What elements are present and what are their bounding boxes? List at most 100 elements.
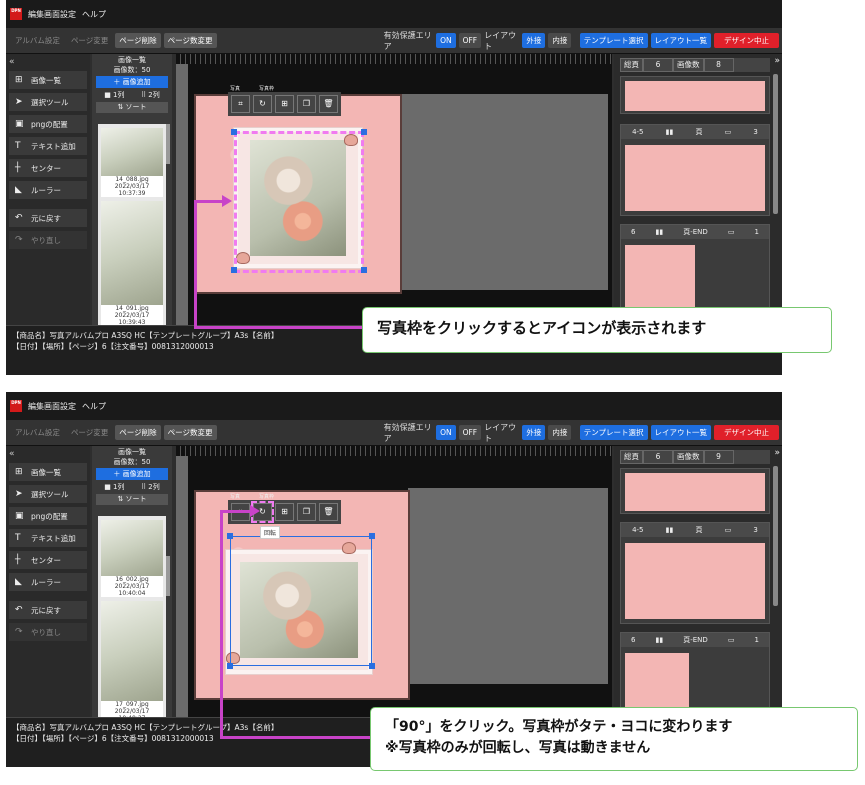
tool-select[interactable]: ➤ 選択ツール <box>9 93 87 111</box>
collapse-icon[interactable]: « <box>9 57 87 69</box>
layout-outer-button[interactable]: 外接 <box>522 425 546 440</box>
tool-png[interactable]: ▣ pngの配置 <box>9 115 87 133</box>
two-column-toggle[interactable]: ⠿ 2列 <box>141 482 160 492</box>
page-thumbnail <box>625 145 765 211</box>
page-delete-button[interactable]: ページ削除 <box>115 33 161 48</box>
layout-inner-button[interactable]: 内接 <box>548 33 572 48</box>
layout-inner-button[interactable]: 内接 <box>548 425 572 440</box>
resize-handle[interactable] <box>231 129 237 135</box>
page-change-button[interactable]: ページ変更 <box>67 33 112 48</box>
trash-icon[interactable]: 🗑 <box>319 503 338 521</box>
book-icon: ▮▮ <box>665 526 674 534</box>
list-item[interactable]: 14_091.jpg 2022/03/17 10:39:43 <box>101 201 163 325</box>
rotate-90-icon[interactable]: ↻ <box>253 95 272 113</box>
album-settings-button[interactable]: アルバム設定 <box>11 425 64 440</box>
copy-icon[interactable]: ❐ <box>297 503 316 521</box>
page-count-button[interactable]: ページ数変更 <box>163 425 217 440</box>
image-icon: ▣ <box>15 119 24 129</box>
copy-icon[interactable]: ❐ <box>297 95 316 113</box>
callout-1: 写真枠をクリックするとアイコンが表示されます <box>362 307 832 353</box>
add-frame-icon[interactable]: ⊞ <box>275 95 294 113</box>
undo-button[interactable]: ↶ 元に戻す <box>9 601 87 619</box>
sort-button[interactable]: ⇅ ソート <box>96 102 168 113</box>
thumbnail-scrollbar[interactable] <box>166 556 170 596</box>
trash-icon[interactable]: 🗑 <box>319 95 338 113</box>
tool-text[interactable]: T テキスト追加 <box>9 137 87 155</box>
page-delete-button[interactable]: ページ削除 <box>115 425 161 440</box>
page-icon: ▭ <box>727 228 735 236</box>
ruler-icon: ◣ <box>15 185 22 195</box>
ruler-icon: ◣ <box>15 577 22 587</box>
page-card[interactable]: 4-5 ▮▮ 頁 ▭ 3 <box>620 124 770 216</box>
layout-list-button[interactable]: レイアウト一覧 <box>650 425 711 440</box>
template-select-button[interactable]: テンプレート選択 <box>579 33 648 48</box>
add-image-button[interactable]: ＋ 画像追加 <box>96 76 168 88</box>
undo-button[interactable]: ↶ 元に戻す <box>9 209 87 227</box>
list-item[interactable]: 14_088.jpg 2022/03/17 10:37:39 <box>101 128 163 197</box>
layout-list-button[interactable]: レイアウト一覧 <box>650 33 711 48</box>
safe-area-off-button[interactable]: OFF <box>458 425 482 440</box>
tool-ruler[interactable]: ◣ ルーラー <box>9 573 87 591</box>
resize-handle[interactable] <box>361 267 367 273</box>
list-item[interactable]: 16_002.jpg 2022/03/17 10:40:04 <box>101 520 163 597</box>
tool-select[interactable]: ➤ 選択ツール <box>9 485 87 503</box>
photo-edit-icon[interactable]: ⌗ <box>231 95 250 113</box>
design-stop-button[interactable]: デザイン中止 <box>714 425 779 440</box>
thumbnail-list[interactable]: 14_088.jpg 2022/03/17 10:37:39 14_091.jp… <box>98 124 166 325</box>
add-frame-icon[interactable]: ⊞ <box>275 503 294 521</box>
image-panel: 画像一覧 画像数：50 ＋ 画像追加 ■ 1列 ⠿ 2列 ⇅ ソート 16_00… <box>92 446 172 717</box>
facing-page-area <box>408 488 608 684</box>
chevron-right-icon[interactable]: » <box>774 448 780 458</box>
page-panel-scrollbar[interactable] <box>773 466 778 606</box>
editing-canvas[interactable]: 写真 写真枠 ⌗ ↻ ⊞ ❐ 🗑 回転 <box>176 446 612 717</box>
image-icon: ▣ <box>15 511 24 521</box>
resize-handle[interactable] <box>361 129 367 135</box>
tool-center[interactable]: ┼ センター <box>9 159 87 177</box>
menu-edit-settings[interactable]: 編集画面設定 <box>28 401 76 412</box>
tool-text[interactable]: T テキスト追加 <box>9 529 87 547</box>
menu-help[interactable]: ヘルプ <box>82 9 106 20</box>
page-change-button[interactable]: ページ変更 <box>67 425 112 440</box>
tool-image-list[interactable]: ⊞ 画像一覧 <box>9 463 87 481</box>
collapse-icon[interactable]: « <box>9 449 87 461</box>
safe-area-off-button[interactable]: OFF <box>458 33 482 48</box>
layout-outer-button[interactable]: 外接 <box>522 33 546 48</box>
page-panel-scrollbar[interactable] <box>773 74 778 214</box>
page-card[interactable] <box>620 76 770 114</box>
editing-canvas[interactable]: 写真 写真枠 ⌗ ↻ ⊞ ❐ 🗑 <box>176 54 612 325</box>
resize-handle[interactable] <box>227 663 233 669</box>
page-count-button[interactable]: ページ数変更 <box>163 33 217 48</box>
tool-png[interactable]: ▣ pngの配置 <box>9 507 87 525</box>
thumbnail-list[interactable]: 16_002.jpg 2022/03/17 10:40:04 17_097.jp… <box>98 516 166 717</box>
menu-edit-settings[interactable]: 編集画面設定 <box>28 9 76 20</box>
one-column-toggle[interactable]: ■ 1列 <box>104 90 124 100</box>
add-image-button[interactable]: ＋ 画像追加 <box>96 468 168 480</box>
design-stop-button[interactable]: デザイン中止 <box>714 33 779 48</box>
grid-icon: ⊞ <box>15 467 23 477</box>
resize-handle[interactable] <box>227 533 233 539</box>
redo-button[interactable]: ↷ やり直し <box>9 231 87 249</box>
page-icon: ▭ <box>724 128 732 136</box>
template-select-button[interactable]: テンプレート選択 <box>579 425 648 440</box>
chevron-right-icon[interactable]: » <box>774 56 780 66</box>
album-settings-button[interactable]: アルバム設定 <box>11 33 64 48</box>
safe-area-on-button[interactable]: ON <box>436 425 456 440</box>
one-column-toggle[interactable]: ■ 1列 <box>104 482 124 492</box>
undo-icon: ↶ <box>15 213 23 223</box>
tool-ruler[interactable]: ◣ ルーラー <box>9 181 87 199</box>
menu-help[interactable]: ヘルプ <box>82 401 106 412</box>
safe-area-on-button[interactable]: ON <box>436 33 456 48</box>
two-column-toggle[interactable]: ⠿ 2列 <box>141 90 160 100</box>
sort-button[interactable]: ⇅ ソート <box>96 494 168 505</box>
thumbnail-image <box>101 601 163 701</box>
resize-handle[interactable] <box>369 533 375 539</box>
page-card[interactable] <box>620 468 770 514</box>
tool-center[interactable]: ┼ センター <box>9 551 87 569</box>
page-card[interactable]: 4-5 ▮▮ 頁 ▭ 3 <box>620 522 770 624</box>
resize-handle[interactable] <box>369 663 375 669</box>
redo-button[interactable]: ↷ やり直し <box>9 623 87 641</box>
resize-handle[interactable] <box>231 267 237 273</box>
list-item[interactable]: 17_097.jpg 2022/03/17 10:48:27 <box>101 601 163 717</box>
thumbnail-scrollbar[interactable] <box>166 124 170 164</box>
tool-image-list[interactable]: ⊞ 画像一覧 <box>9 71 87 89</box>
